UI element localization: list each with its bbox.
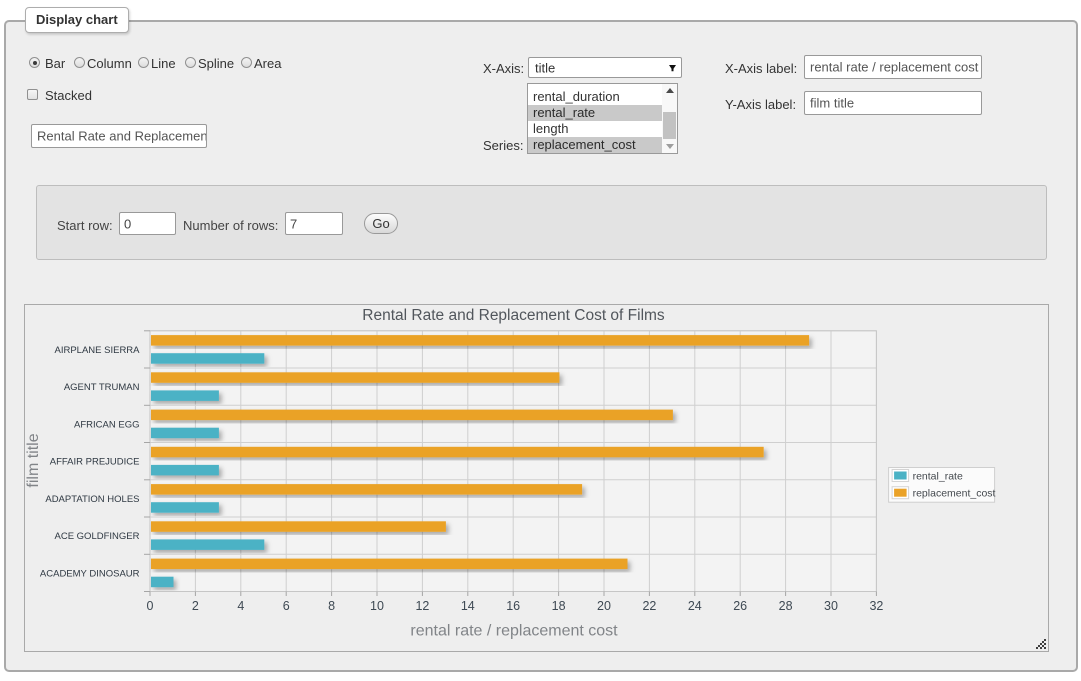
svg-text:0: 0 xyxy=(147,599,154,613)
svg-text:AFRICAN EGG: AFRICAN EGG xyxy=(74,419,139,430)
svg-text:4: 4 xyxy=(237,599,244,613)
svg-text:ACADEMY DINOSAUR: ACADEMY DINOSAUR xyxy=(40,568,140,579)
svg-text:AFFAIR PREJUDICE: AFFAIR PREJUDICE xyxy=(50,457,140,468)
svg-text:12: 12 xyxy=(415,599,429,613)
svg-text:6: 6 xyxy=(283,599,290,613)
svg-text:ADAPTATION HOLES: ADAPTATION HOLES xyxy=(45,494,139,505)
svg-text:rental_rate: rental_rate xyxy=(913,470,963,482)
svg-text:8: 8 xyxy=(328,599,335,613)
svg-text:26: 26 xyxy=(733,599,747,613)
svg-text:replacement_cost: replacement_cost xyxy=(913,488,996,500)
svg-text:18: 18 xyxy=(552,599,566,613)
svg-text:Rental Rate and Replacement Co: Rental Rate and Replacement Cost of Film… xyxy=(362,307,665,324)
svg-text:2: 2 xyxy=(192,599,199,613)
svg-text:ACE GOLDFINGER: ACE GOLDFINGER xyxy=(55,531,140,542)
svg-text:10: 10 xyxy=(370,599,384,613)
svg-text:20: 20 xyxy=(597,599,611,613)
svg-text:22: 22 xyxy=(642,599,656,613)
svg-text:28: 28 xyxy=(779,599,793,613)
svg-text:16: 16 xyxy=(506,599,520,613)
svg-text:24: 24 xyxy=(688,599,702,613)
svg-text:30: 30 xyxy=(824,599,838,613)
svg-text:film title: film title xyxy=(25,433,42,487)
svg-text:AIRPLANE SIERRA: AIRPLANE SIERRA xyxy=(55,345,141,356)
svg-text:32: 32 xyxy=(869,599,883,613)
svg-text:14: 14 xyxy=(461,599,475,613)
svg-text:AGENT TRUMAN: AGENT TRUMAN xyxy=(64,382,140,393)
svg-text:rental rate / replacement cost: rental rate / replacement cost xyxy=(410,623,618,640)
